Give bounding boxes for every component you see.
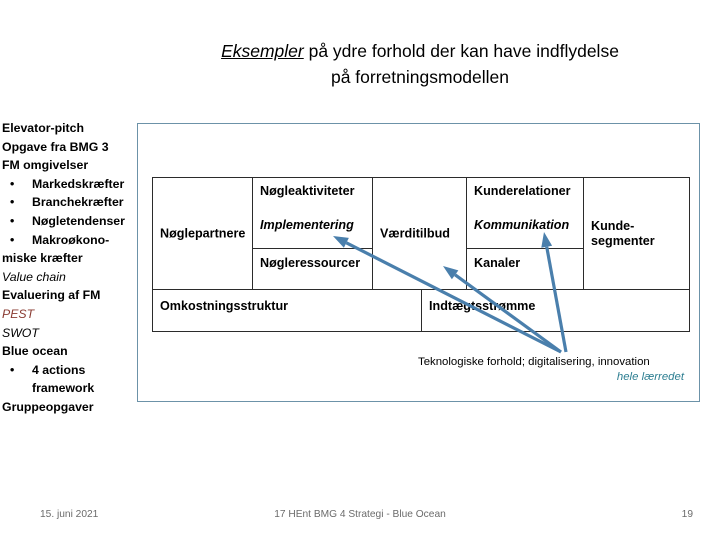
cost-structure-label: Omkostningsstruktur xyxy=(160,299,289,313)
page-title-rest: på ydre forhold der kan have indflydelse xyxy=(303,41,619,61)
outline-item-label: 4 actions xyxy=(32,362,86,377)
canvas-block-customer-relationships[interactable]: Kunderelationer Kommunikation xyxy=(466,177,584,249)
canvas-block-key-activities[interactable]: Nøgleaktiviteter Implementering xyxy=(252,177,373,249)
outline-item-label: Gruppeopgaver xyxy=(2,399,94,414)
outline-item: • 4 actions xyxy=(2,361,139,380)
outline-item-label: Blue ocean xyxy=(2,344,68,359)
bullet-icon: • xyxy=(10,362,15,377)
outline-item: • Makroøkono- xyxy=(2,231,139,250)
outline-item-label: Value chain xyxy=(2,269,66,284)
channels-label: Kanaler xyxy=(474,256,521,270)
key-activities-label: Nøgleaktiviteter xyxy=(260,184,355,198)
outline-item: Evaluering af FM xyxy=(2,286,139,305)
outline-item: • Markedskræfter xyxy=(2,175,139,194)
outline-item-label: miske kræfter xyxy=(2,251,83,266)
annotation-whole-canvas-text: hele lærredet xyxy=(616,371,684,383)
slide-footer: 15. juni 2021 17 HEnt BMG 4 Strategi - B… xyxy=(0,509,720,527)
page-title-line2: på forretningsmodellen xyxy=(330,67,510,87)
outline-item-label: Elevator-pitch xyxy=(2,121,84,135)
customer-segments-label-line1: Kunde- xyxy=(591,218,635,233)
outline-item-label: Opgave fra BMG 3 xyxy=(2,139,109,154)
outline-item: Elevator-pitch xyxy=(2,119,139,138)
outline-item: Opgave fra BMG 3 xyxy=(2,138,139,157)
bullet-icon: • xyxy=(10,195,15,210)
outline-item-label: FM omgivelser xyxy=(2,158,89,173)
outline-item-label: Markedskræfter xyxy=(32,176,125,191)
outline-item: FM omgivelser xyxy=(2,156,139,175)
outline-item-label: framework xyxy=(32,381,95,396)
bullet-icon: • xyxy=(10,213,15,228)
business-model-canvas: Nøglepartnere Nøgleaktiviteter Implement… xyxy=(152,177,690,332)
customer-segments-label-line2: segmenter xyxy=(591,233,655,248)
canvas-block-customer-segments[interactable]: Kunde- segmenter xyxy=(583,177,690,290)
customer-segments-label: Kunde- segmenter xyxy=(591,219,655,249)
outline-item-label: Nøgletendenser xyxy=(32,213,125,228)
revenue-streams-label: Indtægtsstrømme xyxy=(429,299,536,313)
outline-item: framework xyxy=(2,379,139,398)
value-proposition-label: Værditilbud xyxy=(380,226,450,240)
page-title: Eksempler på ydre forhold der kan have i… xyxy=(150,38,690,90)
key-resources-label: Nøgleressourcer xyxy=(260,256,361,270)
outline-list: Elevator-pitch Opgave fra BMG 3 FM omgivel… xyxy=(2,119,139,417)
bullet-icon: • xyxy=(10,176,15,191)
outline-item: miske kræfter xyxy=(2,249,139,268)
canvas-block-channels[interactable]: Kanaler xyxy=(466,248,584,290)
canvas-block-key-partners[interactable]: Nøglepartnere xyxy=(152,177,253,290)
outline-item: SWOT xyxy=(2,324,139,343)
customer-relationships-note: Kommunikation xyxy=(474,218,570,232)
key-activities-note: Implementering xyxy=(260,218,354,232)
outline-item: Blue ocean xyxy=(2,342,139,361)
outline-item-label: PEST xyxy=(2,306,35,321)
footer-title: 17 HEnt BMG 4 Strategi - Blue Ocean xyxy=(274,509,446,520)
outline-item: PEST xyxy=(2,305,139,324)
canvas-block-value-proposition[interactable]: Værditilbud xyxy=(372,177,467,290)
footer-page-number: 19 xyxy=(681,509,693,520)
outline-item-label: Branchekræfter xyxy=(32,195,124,210)
canvas-block-cost-structure[interactable]: Omkostningsstruktur xyxy=(152,289,422,332)
canvas-block-key-resources[interactable]: Nøgleressourcer xyxy=(252,248,373,290)
key-partners-label: Nøglepartnere xyxy=(160,226,246,240)
annotation-technology-text: Teknologiske forhold; digitalisering, in… xyxy=(418,356,650,368)
outline-item-label: Evaluering af FM xyxy=(2,288,101,303)
page-title-emphasis: Eksempler xyxy=(221,41,304,61)
bullet-icon: • xyxy=(10,232,15,247)
outline-item: Value chain xyxy=(2,268,139,287)
outline-item-label: Makroøkono- xyxy=(32,232,110,247)
outline-item: Gruppeopgaver xyxy=(2,398,139,417)
outline-item: • Nøgletendenser xyxy=(2,212,139,231)
outline-item-label: SWOT xyxy=(2,325,39,340)
outline-item: • Branchekræfter xyxy=(2,193,139,212)
customer-relationships-label: Kunderelationer xyxy=(474,184,571,198)
canvas-block-revenue-streams[interactable]: Indtægtsstrømme xyxy=(421,289,690,332)
